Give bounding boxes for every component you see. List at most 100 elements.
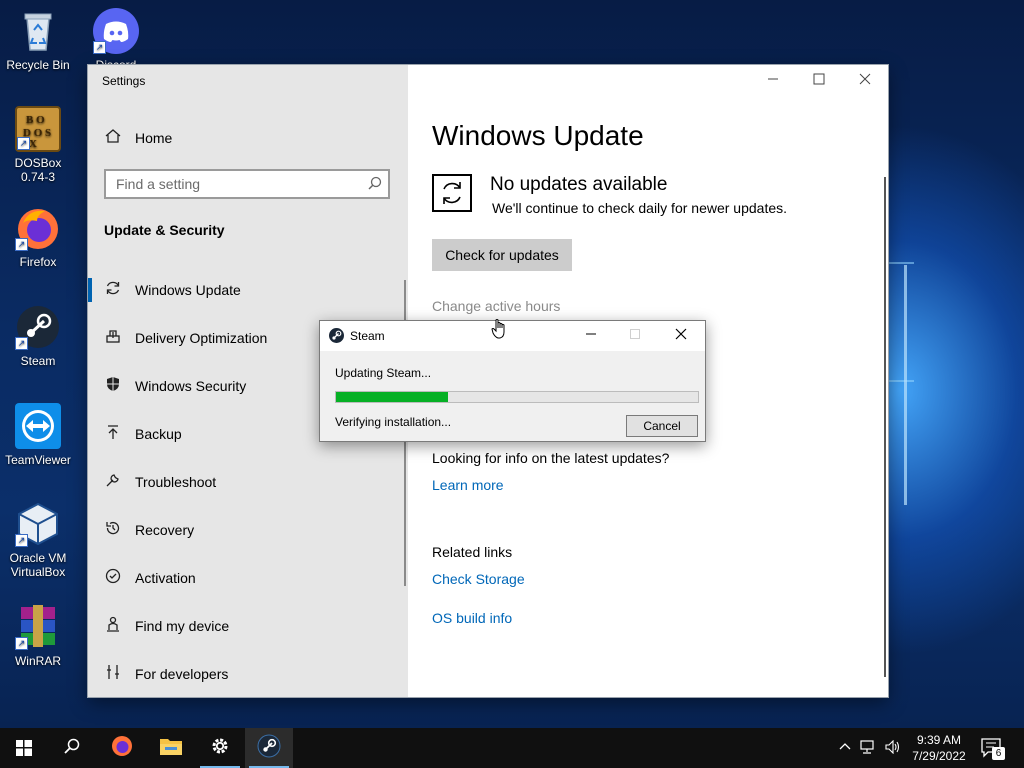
taskbar-clock[interactable]: 9:39 AM 7/29/2022 bbox=[906, 732, 972, 764]
notification-count-badge: 6 bbox=[992, 747, 1005, 760]
delivery-icon bbox=[103, 328, 123, 349]
sidebar-item-for-developers[interactable]: For developers bbox=[88, 650, 408, 698]
updating-text: Updating Steam... bbox=[335, 366, 432, 380]
sidebar-item-home[interactable]: Home bbox=[88, 114, 408, 162]
desktop-icon-virtualbox[interactable]: ↗ Oracle VM VirtualBox bbox=[0, 501, 76, 579]
folder-icon bbox=[159, 736, 183, 761]
desktop-icon-steam[interactable]: ↗ Steam bbox=[0, 304, 76, 368]
update-status-icon bbox=[432, 174, 472, 212]
steam-icon: ↗ bbox=[15, 304, 61, 350]
person-locate-icon bbox=[103, 616, 123, 637]
backup-arrow-icon bbox=[103, 424, 123, 445]
sidebar-item-label: Windows Security bbox=[135, 378, 247, 394]
check-for-updates-button[interactable]: Check for updates bbox=[432, 239, 572, 271]
start-button[interactable] bbox=[0, 728, 48, 768]
search-placeholder: Find a setting bbox=[116, 176, 201, 192]
desktop-icon-recycle-bin[interactable]: Recycle Bin bbox=[0, 8, 76, 72]
sidebar-item-troubleshoot[interactable]: Troubleshoot bbox=[88, 458, 408, 506]
steam-icon bbox=[257, 734, 281, 763]
dosbox-icon: B OD O SX ↗ bbox=[15, 106, 61, 152]
desktop-icon-label: Steam bbox=[20, 354, 56, 368]
taskbar-steam[interactable] bbox=[245, 728, 293, 768]
svg-text:B O: B O bbox=[26, 114, 45, 126]
taskbar-file-explorer[interactable] bbox=[147, 728, 195, 768]
content-scrollbar[interactable] bbox=[884, 177, 886, 677]
refresh-icon bbox=[103, 280, 123, 301]
close-button[interactable] bbox=[842, 71, 888, 93]
related-links-title: Related links bbox=[432, 544, 513, 560]
desktop-icon-teamviewer[interactable]: TeamViewer bbox=[0, 403, 76, 467]
dialog-title: Steam bbox=[350, 329, 385, 343]
winrar-icon: ↗ bbox=[15, 604, 61, 650]
minimize-button[interactable] bbox=[750, 71, 796, 93]
sidebar-item-label: Recovery bbox=[135, 522, 195, 538]
recycle-bin-icon bbox=[15, 8, 61, 54]
os-build-info-link[interactable]: OS build info bbox=[432, 610, 512, 626]
maximize-button[interactable] bbox=[796, 71, 842, 93]
wallpaper-light-beam bbox=[904, 265, 907, 505]
dialog-close-button[interactable] bbox=[661, 324, 701, 348]
sidebar-item-windows-update[interactable]: Windows Update bbox=[88, 266, 408, 314]
desktop-icon-label: Oracle VM VirtualBox bbox=[9, 551, 67, 579]
shortcut-arrow-icon: ↗ bbox=[15, 238, 28, 251]
sidebar-item-label: Troubleshoot bbox=[135, 474, 217, 490]
cancel-button[interactable]: Cancel bbox=[626, 415, 698, 437]
sidebar-item-label: Find my device bbox=[135, 618, 230, 634]
desktop-icon-label: Discord bbox=[95, 58, 137, 65]
desktop-icon-discord[interactable]: ↗ Discord bbox=[78, 8, 154, 65]
firefox-icon bbox=[110, 734, 134, 763]
shield-icon bbox=[103, 376, 123, 397]
shortcut-arrow-icon: ↗ bbox=[15, 637, 28, 650]
desktop-icon-label: TeamViewer bbox=[5, 453, 71, 467]
sidebar-item-label: Windows Update bbox=[135, 282, 241, 298]
sidebar-item-label: Delivery Optimization bbox=[135, 330, 268, 346]
status-subtitle: We'll continue to check daily for newer … bbox=[492, 200, 788, 216]
desktop-icon-label: Firefox bbox=[19, 255, 57, 269]
learn-more-link[interactable]: Learn more bbox=[432, 477, 504, 493]
desktop-icon-label: WinRAR bbox=[14, 654, 61, 668]
section-title: Update & Security bbox=[104, 222, 225, 238]
clock-date: 7/29/2022 bbox=[912, 749, 966, 763]
taskbar-settings[interactable] bbox=[196, 728, 244, 768]
progress-bar bbox=[335, 391, 699, 403]
desktop-icon-firefox[interactable]: ↗ Firefox bbox=[0, 205, 76, 269]
page-title: Windows Update bbox=[432, 120, 644, 151]
svg-text:X: X bbox=[29, 138, 37, 150]
dialog-titlebar[interactable]: Steam bbox=[320, 321, 705, 351]
sidebar-item-recovery[interactable]: Recovery bbox=[88, 506, 408, 554]
taskbar-search-button[interactable] bbox=[48, 728, 96, 768]
taskbar-firefox[interactable] bbox=[98, 728, 146, 768]
recovery-icon bbox=[103, 520, 123, 541]
sidebar-item-label: Activation bbox=[135, 570, 196, 586]
search-input[interactable]: Find a setting bbox=[104, 169, 390, 199]
sidebar-item-label: Home bbox=[135, 130, 173, 146]
desktop-icon-dosbox[interactable]: B OD O SX ↗ DOSBox 0.74-3 bbox=[0, 106, 76, 184]
dialog-maximize-button[interactable] bbox=[615, 324, 655, 348]
firefox-icon: ↗ bbox=[15, 205, 61, 251]
desktop-icon-winrar[interactable]: ↗ WinRAR bbox=[0, 604, 76, 668]
shortcut-arrow-icon: ↗ bbox=[15, 534, 28, 547]
wallpaper-light-beam bbox=[888, 380, 914, 382]
taskbar: 9:39 AM 7/29/2022 6 bbox=[0, 728, 1024, 768]
chevron-up-icon[interactable] bbox=[839, 740, 851, 756]
search-icon[interactable] bbox=[368, 171, 382, 205]
shortcut-arrow-icon: ↗ bbox=[15, 337, 28, 350]
volume-icon[interactable] bbox=[885, 739, 901, 757]
sidebar-item-find-my-device[interactable]: Find my device bbox=[88, 602, 408, 650]
desktop-icon-label: Recycle Bin bbox=[6, 58, 70, 72]
clock-time: 9:39 AM bbox=[916, 733, 962, 747]
developer-tools-icon bbox=[103, 664, 123, 685]
checkmark-circle-icon bbox=[103, 568, 123, 589]
sidebar-item-activation[interactable]: Activation bbox=[88, 554, 408, 602]
network-icon[interactable] bbox=[860, 739, 876, 757]
steam-update-dialog: Steam Updating Steam... Verifying instal… bbox=[319, 320, 706, 442]
dialog-minimize-button[interactable] bbox=[571, 324, 611, 348]
check-storage-link[interactable]: Check Storage bbox=[432, 571, 525, 587]
notification-center-button[interactable]: 6 bbox=[980, 736, 1006, 760]
change-active-hours-link[interactable]: Change active hours bbox=[432, 298, 560, 314]
teamviewer-icon bbox=[15, 403, 61, 449]
steam-logo-icon bbox=[329, 328, 344, 343]
progress-bar-fill bbox=[336, 392, 449, 402]
home-icon bbox=[103, 128, 123, 149]
system-tray bbox=[839, 728, 901, 768]
